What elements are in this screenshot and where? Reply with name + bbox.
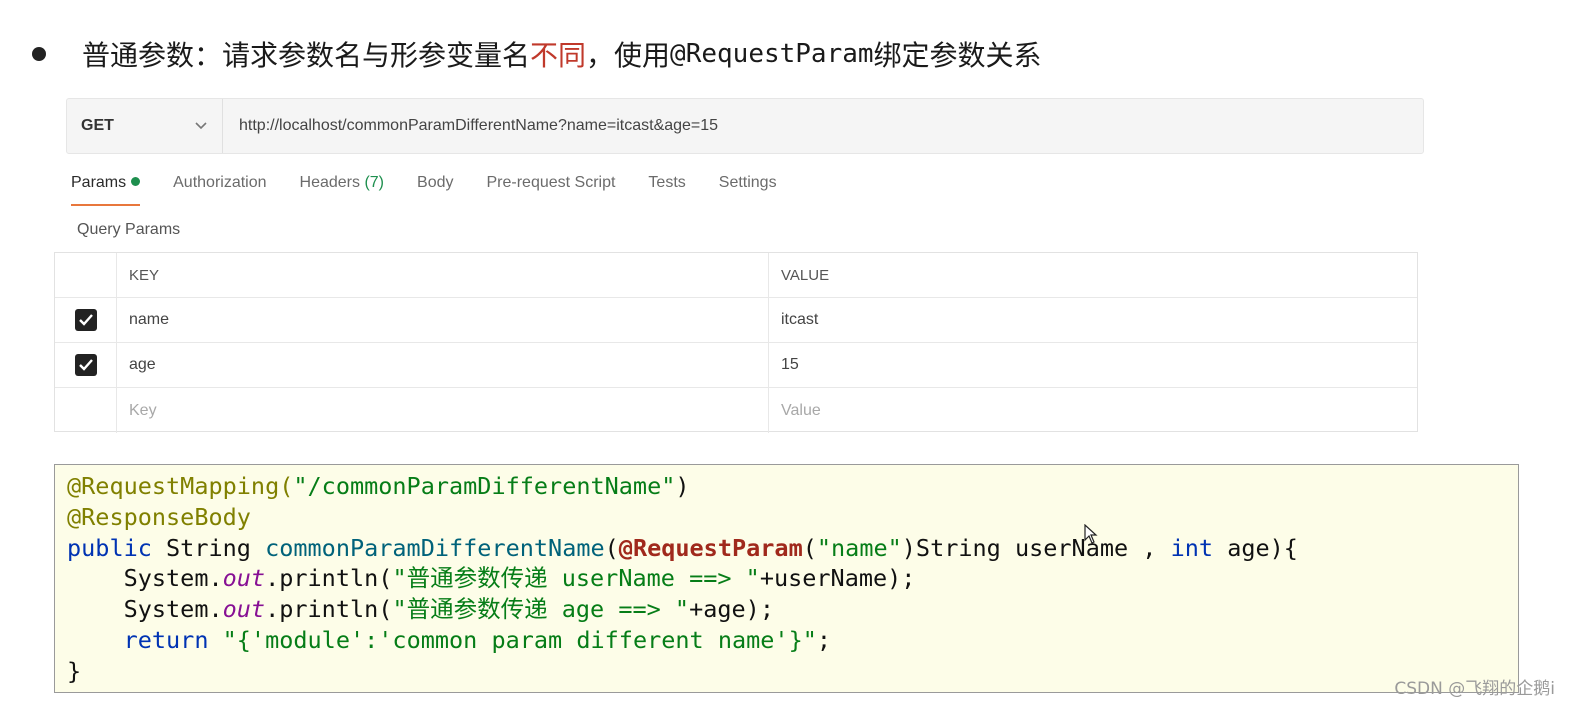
heading-code: @RequestParam	[670, 39, 874, 69]
request-tabs: Params Authorization Headers (7) Body Pr…	[71, 174, 810, 208]
tab-headers-count: (7)	[364, 174, 385, 191]
code-string: "/commonParamDifferentName"	[293, 472, 676, 500]
heading-part1: 普通参数：请求参数名与形参变量名	[82, 39, 531, 72]
key-column-header: KEY	[117, 253, 769, 297]
heading-emphasis: 不同	[530, 39, 587, 72]
code-text: age){	[1213, 533, 1298, 562]
query-params-title: Query Params	[77, 221, 181, 238]
tab-headers-label: Headers	[299, 174, 360, 191]
method-label: GET	[81, 117, 114, 134]
url-input[interactable]: http://localhost/commonParamDifferentNam…	[223, 117, 718, 135]
checkmark-icon	[78, 359, 93, 371]
code-text: System.	[67, 595, 223, 624]
code-string: "普通参数传递 userName ==> "	[392, 564, 760, 593]
params-active-dot-icon	[131, 177, 141, 187]
code-static-field: out	[222, 595, 266, 624]
code-keyword: public	[67, 533, 152, 562]
checkmark-icon	[78, 314, 93, 326]
row-check-cell	[55, 298, 117, 342]
watermark: CSDN @飞翔的企鹅i	[1394, 679, 1555, 699]
code-method-name: commonParamDifferentName	[265, 533, 605, 562]
tab-params-label: Params	[71, 174, 127, 191]
code-block: @RequestMapping("/commonParamDifferentNa…	[54, 464, 1519, 693]
heading-part2: ，使用	[586, 39, 671, 72]
tab-headers[interactable]: Headers (7)	[300, 174, 385, 208]
code-keyword: return	[123, 625, 209, 654]
code-request-param-annotation: @RequestParam	[618, 533, 803, 562]
checkbox-checked[interactable]	[74, 354, 97, 376]
tab-body[interactable]: Body	[417, 174, 453, 208]
param-key[interactable]: age	[117, 343, 769, 387]
param-key[interactable]: name	[117, 298, 769, 342]
code-string: "普通参数传递 age ==> "	[392, 595, 690, 624]
tab-authorization[interactable]: Authorization	[173, 174, 266, 208]
table-header-row: KEY VALUE	[55, 253, 1417, 298]
code-annotation: @ResponseBody	[67, 502, 251, 531]
slide-heading: 普通参数：请求参数名与形参变量名 不同 ，使用 @RequestParam 绑定参数关系	[28, 34, 1042, 74]
table-row: age 15	[55, 343, 1417, 388]
code-text: .println(	[265, 564, 393, 593]
code-text: (	[604, 533, 619, 562]
key-input-placeholder[interactable]: Key	[117, 388, 769, 433]
code-text: (	[802, 533, 817, 562]
code-text: System.	[67, 564, 223, 593]
code-static-field: out	[222, 564, 266, 593]
checkbox-checked[interactable]	[74, 309, 97, 331]
url-bar: GET http://localhost/commonParamDifferen…	[66, 98, 1424, 154]
code-text: +age);	[689, 595, 774, 624]
tab-params[interactable]: Params	[71, 174, 141, 208]
code-annotation: @RequestMapping(	[67, 472, 294, 500]
bullet-icon	[32, 47, 46, 61]
code-string: "name"	[816, 533, 902, 562]
code-text: +userName);	[759, 564, 916, 593]
code-text: String	[151, 533, 266, 562]
chevron-down-icon	[194, 118, 208, 134]
code-text: ;	[816, 625, 832, 654]
tab-settings[interactable]: Settings	[719, 174, 777, 208]
code-keyword: int	[1170, 533, 1214, 562]
tab-tests[interactable]: Tests	[648, 174, 685, 208]
code-text: )	[675, 472, 690, 500]
method-select[interactable]: GET	[67, 99, 223, 153]
row-check-cell	[55, 343, 117, 387]
heading-part3: 绑定参数关系	[873, 39, 1042, 72]
code-text: }	[67, 656, 82, 685]
table-row: name itcast	[55, 298, 1417, 343]
row-check-cell	[55, 388, 117, 433]
query-params-table: KEY VALUE name itcast age 15 Key Value	[54, 252, 1418, 433]
param-value[interactable]: 15	[769, 343, 1419, 387]
param-value[interactable]: itcast	[769, 298, 1419, 342]
code-text: )String userName ,	[901, 533, 1171, 562]
tab-pre-request-script[interactable]: Pre-request Script	[486, 174, 615, 208]
header-check-cell	[55, 253, 117, 297]
mouse-cursor-icon	[1084, 523, 1098, 549]
value-column-header: VALUE	[781, 266, 830, 284]
postman-request-panel: GET http://localhost/commonParamDifferen…	[54, 88, 1424, 433]
table-row-empty: Key Value	[55, 388, 1417, 433]
code-string: "{'module':'common param different name'…	[222, 625, 817, 654]
value-input-placeholder[interactable]: Value	[769, 388, 1419, 433]
code-text: .println(	[265, 595, 393, 624]
